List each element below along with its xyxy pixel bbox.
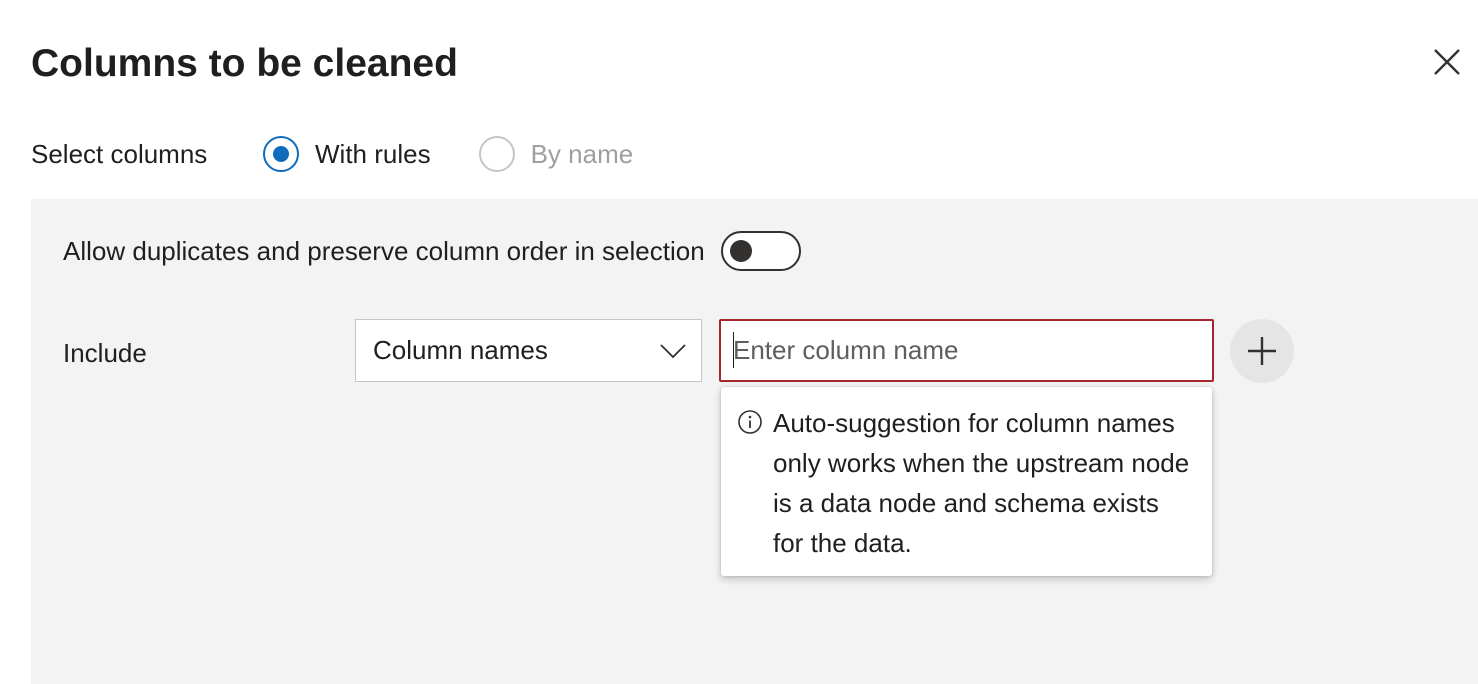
auto-suggestion-tooltip: Auto-suggestion for column names only wo…	[721, 387, 1212, 576]
duplicates-toggle[interactable]	[720, 231, 801, 271]
select-columns-row: Select columns With rules By name	[31, 133, 681, 175]
rules-panel: Allow duplicates and preserve column ord…	[31, 199, 1478, 684]
close-button[interactable]	[1427, 42, 1467, 82]
include-label: Include	[63, 338, 147, 368]
close-icon	[1434, 49, 1460, 75]
chevron-down-icon	[660, 343, 686, 358]
duplicates-toggle-label: Allow duplicates and preserve column ord…	[63, 235, 705, 266]
radio-with-rules[interactable]: With rules	[263, 136, 431, 172]
add-rule-button[interactable]	[1230, 319, 1294, 383]
plus-icon	[1248, 337, 1276, 365]
radio-by-name[interactable]: By name	[478, 136, 634, 172]
info-icon	[738, 410, 762, 434]
radio-unchecked-icon[interactable]	[478, 136, 515, 172]
text-caret	[733, 332, 734, 368]
radio-with-rules-label: With rules	[315, 138, 431, 169]
include-type-dropdown[interactable]: Column names	[355, 319, 702, 382]
columns-dialog: Columns to be cleaned Select columns Wit…	[0, 0, 1478, 684]
toggle-knob	[729, 240, 752, 262]
radio-checked-icon[interactable]	[263, 136, 299, 172]
select-columns-label: Select columns	[31, 138, 208, 169]
dropdown-value: Column names	[373, 335, 548, 365]
radio-by-name-label: By name	[530, 138, 634, 169]
duplicates-toggle-row: Allow duplicates and preserve column ord…	[63, 230, 801, 272]
dialog-title: Columns to be cleaned	[31, 42, 458, 85]
tooltip-text: Auto-suggestion for column names only wo…	[773, 408, 1190, 558]
column-name-input[interactable]	[719, 319, 1214, 382]
